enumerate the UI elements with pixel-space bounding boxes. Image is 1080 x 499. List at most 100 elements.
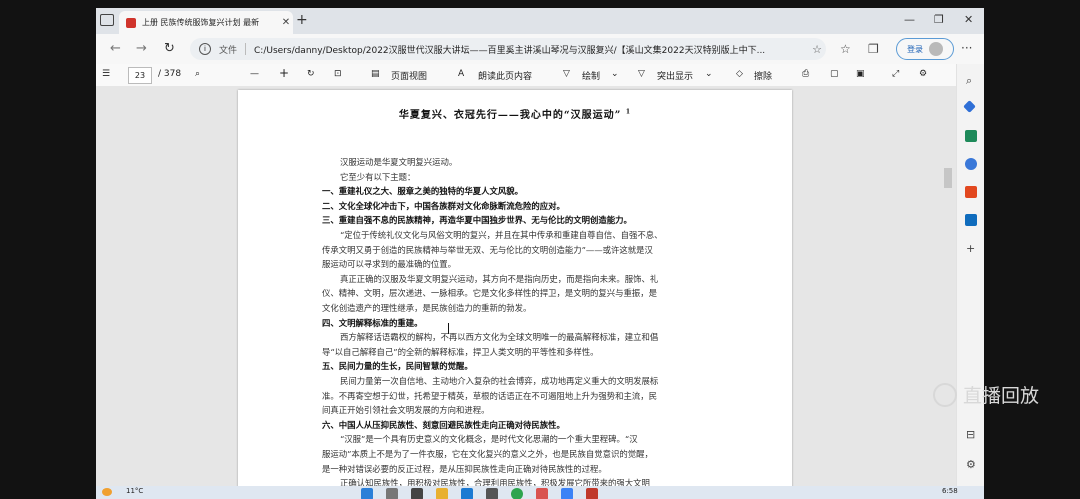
replay-icon (933, 382, 957, 407)
zoom-out-button[interactable]: — (250, 69, 259, 79)
paragraph-line: 文化创造遗产的理性继承，是民族创造力的重新的勃发。 (322, 303, 532, 313)
tag-icon[interactable] (963, 100, 976, 113)
pdf-toolbar: ☰ 23 / 378 ⌕ — + ↻ ⊡ ▤ 页面视图 A 朗读此页内容 ▽ 绘… (96, 64, 956, 87)
file-label: 文件 (219, 45, 238, 56)
read-aloud-icon: A (458, 69, 465, 79)
edge-sidebar: ⌕ + ⊟ ⚙ (956, 64, 984, 499)
tab-actions-icon[interactable] (100, 14, 114, 26)
page-title-text: 华夏复兴、衣冠先行——我心中的“汉服运动” (398, 110, 622, 121)
tab-title: 上册 民族传统服饰复兴计划 最新 (142, 18, 260, 27)
tab-close-icon[interactable]: ✕ (279, 17, 293, 28)
app-icon[interactable] (536, 488, 548, 499)
paragraph-line: 仪、精神、文明，层次递进、一脉相承。它是文化多样性的捍卫，是文明的复兴与重振，是 (322, 288, 657, 299)
section-heading: 三、重建自强不息的民族精神，再造华夏中国独步世界、无与伦比的文明创造能力。 (322, 215, 632, 226)
footnote-mark: 1 (625, 108, 632, 116)
section-heading: 五、民间力量的生长，民间智慧的觉醒。 (322, 361, 473, 372)
paragraph-line: 民间力量第一次自信地、主动地介入复杂的社会博弈，成功地再定义重大的文明发展标 (340, 376, 659, 386)
collections-icon[interactable]: ❐ (868, 42, 879, 56)
split-screen-icon[interactable]: ⊟ (966, 428, 975, 441)
taskbar: 11°C 6:58 (96, 486, 984, 499)
paragraph-line: 真正正确的汉服及华夏文明复兴运动，其方向不是指向历史，而是指向未来。服饰、礼 (340, 273, 659, 284)
refresh-button[interactable]: ↻ (164, 41, 175, 56)
app3-icon[interactable] (586, 488, 598, 499)
search-taskbar-icon[interactable] (386, 488, 398, 499)
back-button[interactable]: ← (110, 41, 121, 56)
tab-active[interactable]: 上册 民族传统服饰复兴计划 最新 ✕ (119, 11, 293, 34)
print-icon[interactable]: ⎙ (802, 69, 809, 79)
sidebar-settings-icon[interactable]: ⚙ (966, 458, 976, 471)
paragraph-line: 它至少有以下主题： (340, 171, 416, 182)
paragraph-line: “汉服”是一个具有历史意义的文化概念，是时代文化思潮的一个重大里程碑。“汉 (340, 434, 638, 445)
address-bar-row: ← → ↻ i 文件 C:/Users/danny/Desktop/2022汉服… (96, 34, 984, 65)
rotate-icon[interactable]: ↻ (307, 69, 315, 79)
paragraph-line: 西方解释话语霸权的解构，不再以西方文化为全球文明唯一的最高解释标准，建立和倡 (340, 332, 659, 343)
start-icon[interactable] (361, 488, 373, 499)
chrome-icon[interactable] (511, 488, 523, 499)
maximize-button[interactable]: ❐ (934, 13, 944, 26)
paragraph-line: 汉服运动是华夏文明复兴运动。 (340, 157, 458, 167)
draw-icon: ▽ (563, 69, 570, 79)
app2-icon[interactable] (561, 488, 573, 499)
replay-label: 直播回放 (963, 385, 1040, 407)
erase-icon: ◇ (736, 69, 743, 79)
outlook-icon[interactable] (965, 214, 977, 226)
task-view-icon[interactable] (411, 488, 423, 499)
people-icon[interactable] (965, 158, 977, 170)
draw-button[interactable]: 绘制 (582, 69, 600, 82)
browser-window: 上册 民族传统服饰复兴计划 最新 ✕ + — ❐ ✕ ← → ↻ i 文件 C:… (96, 8, 984, 499)
save-as-icon[interactable]: ▣ (856, 69, 865, 79)
fullscreen-icon[interactable]: ⤢ (892, 69, 899, 79)
address-bar[interactable]: i 文件 C:/Users/danny/Desktop/2022汉服世代汉服大讲… (190, 38, 826, 60)
weather-temp: 11°C (126, 487, 144, 495)
paragraph-line: 间真正开始引领社会文明发展的方向和进程。 (322, 405, 490, 416)
section-heading: 二、文化全球化冲击下，中国各族群对文化命脉断流危险的应对。 (322, 200, 565, 211)
new-tab-button[interactable]: + (296, 12, 308, 28)
close-window-button[interactable]: ✕ (964, 13, 973, 26)
pdf-page: 华夏复兴、衣冠先行——我心中的“汉服运动” 1 汉服运动是华夏文明复兴运动。 它至… (238, 90, 792, 499)
tools-icon[interactable] (965, 130, 977, 142)
zoom-in-button[interactable]: + (279, 66, 289, 80)
erase-button[interactable]: 擦除 (754, 69, 772, 82)
highlight-button[interactable]: 突出显示 (657, 69, 693, 82)
favorite-star-icon[interactable]: ☆ (808, 43, 826, 56)
replay-watermark: 直播回放 (933, 381, 1039, 408)
store-icon[interactable] (486, 488, 498, 499)
favorites-icon[interactable]: ☆ (840, 42, 851, 56)
tab-bar: 上册 民族传统服饰复兴计划 最新 ✕ + — ❐ ✕ (96, 8, 984, 34)
save-icon[interactable]: ▢ (830, 69, 839, 79)
find-icon[interactable]: ⌕ (195, 69, 200, 79)
divider (245, 43, 247, 55)
clock[interactable]: 6:58 (942, 487, 958, 495)
paragraph-line: 是一种对错误必要的反正过程，是从压抑民族性走向正确对待民族性的过程。 (322, 463, 607, 474)
avatar (929, 42, 943, 56)
scrollbar-thumb[interactable] (944, 168, 952, 188)
highlight-icon: ▽ (638, 69, 645, 79)
page-view-icon: ▤ (371, 69, 380, 79)
page-total: / 378 (158, 69, 182, 79)
url-text[interactable]: C:/Users/danny/Desktop/2022汉服世代汉服大讲坛——百里… (254, 43, 808, 56)
draw-dropdown-icon[interactable]: ⌄ (611, 69, 619, 79)
paragraph-line: 传承文明又勇于创造的民族精神与举世无双、无与伦比的文明创造能力”——或许这就是汉 (322, 244, 653, 255)
search-icon[interactable]: ⌕ (966, 74, 972, 88)
edge-taskbar-icon[interactable] (461, 488, 473, 499)
page-title: 华夏复兴、衣冠先行——我心中的“汉服运动” 1 (238, 106, 792, 121)
read-aloud-button[interactable]: 朗读此页内容 (478, 69, 532, 82)
pdf-viewer[interactable]: 华夏复兴、衣冠先行——我心中的“汉服运动” 1 汉服运动是华夏文明复兴运动。 它至… (96, 86, 956, 499)
login-label: 登录 (907, 44, 923, 54)
page-number-input[interactable]: 23 (128, 67, 152, 84)
file-explorer-icon[interactable] (436, 488, 448, 499)
more-menu-button[interactable]: ··· (961, 41, 972, 55)
page-view-button[interactable]: 页面视图 (391, 69, 427, 82)
highlight-dropdown-icon[interactable]: ⌄ (705, 69, 713, 79)
section-heading: 四、文明解释标准的重建。 (322, 317, 423, 328)
add-icon[interactable]: + (966, 242, 975, 255)
minimize-button[interactable]: — (904, 13, 915, 26)
fit-page-icon[interactable]: ⊡ (334, 69, 342, 79)
settings-icon[interactable]: ⚙ (919, 69, 927, 79)
contents-icon[interactable]: ☰ (102, 69, 110, 79)
login-button[interactable]: 登录 (896, 38, 954, 60)
paragraph-line: 服运动可以寻求到的最准确的位置。 (322, 259, 456, 270)
office-icon[interactable] (965, 186, 977, 198)
forward-button[interactable]: → (136, 41, 147, 56)
info-icon[interactable]: i (199, 43, 211, 55)
